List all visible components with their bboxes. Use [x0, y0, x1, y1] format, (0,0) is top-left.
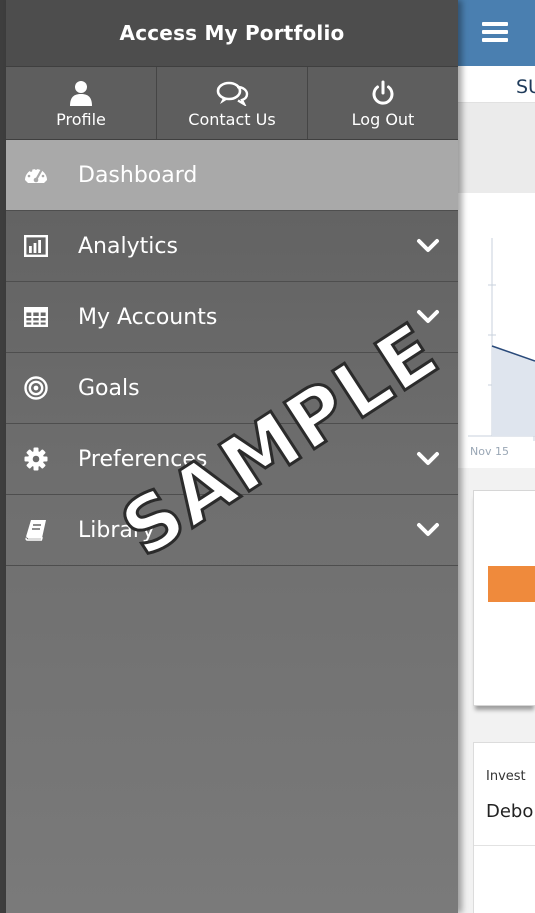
- app-header: [458, 0, 535, 66]
- profile-label: Profile: [56, 109, 106, 129]
- background-app: SU Nov 15 Invest Debo: [458, 0, 535, 913]
- chevron-down-icon[interactable]: [416, 449, 440, 469]
- bar-chart-icon: [24, 234, 48, 258]
- chevron-down-icon[interactable]: [416, 236, 440, 256]
- summary-title: SU: [516, 76, 535, 98]
- user-icon: [69, 78, 93, 108]
- nav-label-dashboard: Dashboard: [78, 162, 198, 188]
- investment-name: Debo: [486, 801, 534, 822]
- divider: [474, 845, 535, 846]
- profile-button[interactable]: Profile: [6, 67, 157, 139]
- chevron-down-icon[interactable]: [416, 307, 440, 327]
- chevron-down-icon[interactable]: [416, 520, 440, 540]
- summary-band: [458, 103, 535, 193]
- quick-actions: Profile Contact Us Log Out: [6, 66, 458, 140]
- nav-label-goals: Goals: [78, 375, 140, 401]
- area-chart: [468, 238, 535, 441]
- allocation-card: [473, 490, 535, 706]
- nav-item-dashboard[interactable]: Dashboard: [6, 140, 458, 211]
- contact-us-label: Contact Us: [188, 109, 276, 129]
- investment-card[interactable]: Invest Debo: [473, 742, 535, 913]
- nav-label-preferences: Preferences: [78, 446, 208, 472]
- nav-label-library: Library: [78, 517, 155, 543]
- allocation-bar: [488, 566, 535, 602]
- chat-bubbles-icon: [215, 78, 249, 108]
- title-strip: SU: [458, 66, 535, 103]
- nav-item-analytics[interactable]: Analytics: [6, 211, 458, 282]
- chart-start-label: Nov 15: [470, 445, 509, 458]
- investment-label: Invest: [486, 769, 526, 784]
- drawer-title: Access My Portfolio: [6, 0, 458, 66]
- contact-us-button[interactable]: Contact Us: [157, 67, 308, 139]
- power-icon: [371, 78, 395, 108]
- dashboard-gauge-icon: [24, 163, 48, 187]
- log-out-button[interactable]: Log Out: [308, 67, 458, 139]
- nav-item-library[interactable]: Library: [6, 495, 458, 566]
- hamburger-menu-icon[interactable]: [482, 22, 508, 42]
- nav-label-analytics: Analytics: [78, 233, 178, 259]
- chart-card: Nov 15: [458, 193, 535, 468]
- navigation-drawer: Access My Portfolio Profile Contact Us L…: [6, 0, 458, 913]
- nav-item-goals[interactable]: Goals: [6, 353, 458, 424]
- log-out-label: Log Out: [351, 109, 415, 129]
- nav-item-preferences[interactable]: Preferences: [6, 424, 458, 495]
- gear-icon: [24, 447, 48, 471]
- target-icon: [24, 376, 48, 400]
- book-icon: [24, 518, 48, 542]
- nav-item-my-accounts[interactable]: My Accounts: [6, 282, 458, 353]
- table-grid-icon: [24, 305, 48, 329]
- nav-label-my-accounts: My Accounts: [78, 304, 218, 330]
